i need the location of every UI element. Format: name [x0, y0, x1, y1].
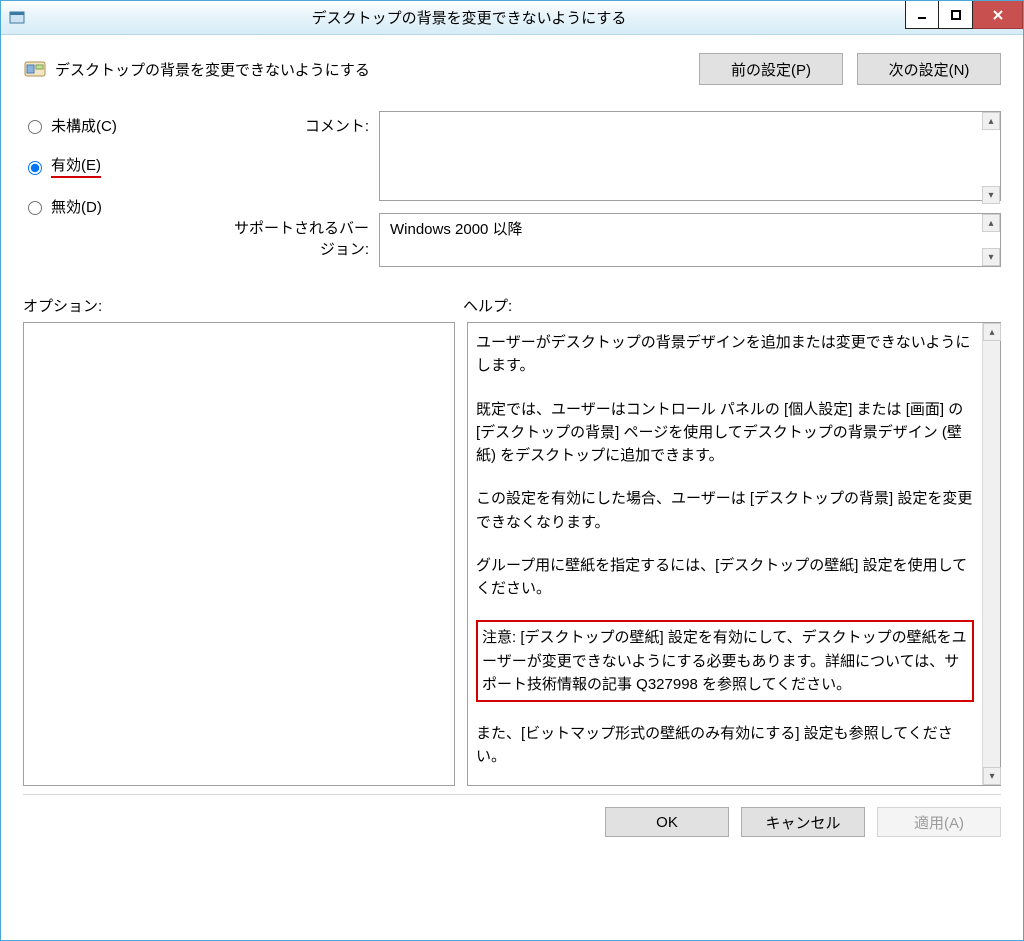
scroll-up-icon[interactable]: ▴ [982, 112, 1000, 130]
titlebar: デスクトップの背景を変更できないようにする [1, 1, 1023, 35]
window-controls [905, 1, 1023, 34]
options-panel [23, 322, 455, 786]
section-labels: オプション: ヘルプ: [23, 295, 1001, 316]
radio-disabled[interactable]: 無効(D) [23, 196, 223, 217]
previous-setting-button[interactable]: 前の設定(P) [699, 53, 843, 85]
radio-not-configured[interactable]: 未構成(C) [23, 115, 223, 136]
apply-button[interactable]: 適用(A) [877, 807, 1001, 837]
scroll-down-icon[interactable]: ▾ [983, 767, 1001, 785]
minimize-button[interactable] [905, 1, 939, 29]
dialog-footer: OK キャンセル 適用(A) [23, 794, 1001, 837]
ok-button[interactable]: OK [605, 807, 729, 837]
supported-box: Windows 2000 以降 ▴ ▾ [379, 213, 1001, 267]
next-setting-button[interactable]: 次の設定(N) [857, 53, 1001, 85]
help-paragraph: 既定では、ユーザーはコントロール パネルの [個人設定] または [画面] の … [476, 398, 974, 468]
maximize-button[interactable] [939, 1, 973, 29]
scroll-up-icon[interactable]: ▴ [983, 323, 1001, 341]
help-text: ユーザーがデスクトップの背景デザインを追加または変更できないようにします。 既定… [468, 323, 982, 785]
scroll-up-icon[interactable]: ▴ [982, 214, 1000, 232]
config-grid: 未構成(C) 有効(E) 無効(D) コメント: ▴ ▾ サポ [23, 111, 1001, 267]
comment-scroll: ▴ ▾ [982, 112, 1000, 204]
help-paragraph: グループ用に壁紙を指定するには、[デスクトップの壁紙] 設定を使用してください。 [476, 554, 974, 601]
help-scrollbar[interactable]: ▴ ▾ [982, 323, 1000, 785]
comment-textarea[interactable] [379, 111, 1001, 201]
policy-title: デスクトップの背景を変更できないようにする [55, 59, 699, 80]
options-label: オプション: [23, 295, 463, 316]
comment-box: ▴ ▾ [379, 111, 1001, 205]
comment-label: コメント: [231, 111, 371, 136]
policy-header: デスクトップの背景を変更できないようにする 前の設定(P) 次の設定(N) [23, 53, 1001, 85]
cancel-button[interactable]: キャンセル [741, 807, 865, 837]
help-label: ヘルプ: [463, 295, 512, 316]
supported-label: サポートされるバージョン: [231, 213, 371, 259]
radio-enabled[interactable]: 有効(E) [23, 154, 223, 178]
state-radio-group: 未構成(C) 有効(E) 無効(D) [23, 111, 223, 217]
close-button[interactable] [973, 1, 1023, 29]
help-paragraph: また、[ビットマップ形式の壁紙のみ有効にする] 設定も参照してください。 [476, 722, 974, 769]
group-policy-editor-window: デスクトップの背景を変更できないようにする デスクトップの背景を変更 [0, 0, 1024, 941]
help-paragraph: ユーザーがデスクトップの背景デザインを追加または変更できないようにします。 [476, 331, 974, 378]
window-icon [9, 10, 25, 26]
policy-icon [23, 57, 47, 81]
window-title: デスクトップの背景を変更できないようにする [33, 7, 905, 28]
help-paragraph-highlighted: 注意: [デスクトップの壁紙] 設定を有効にして、デスクトップの壁紙をユーザーが… [476, 620, 974, 702]
supported-text: Windows 2000 以降 [379, 213, 1001, 267]
radio-enabled-input[interactable] [28, 161, 42, 175]
supported-scroll: ▴ ▾ [982, 214, 1000, 266]
help-paragraph: この設定を有効にした場合、ユーザーは [デスクトップの背景] 設定を変更できなく… [476, 487, 974, 534]
radio-not-configured-input[interactable] [28, 120, 42, 134]
scroll-down-icon[interactable]: ▾ [982, 248, 1000, 266]
panels: ユーザーがデスクトップの背景デザインを追加または変更できないようにします。 既定… [23, 322, 1001, 786]
scroll-down-icon[interactable]: ▾ [982, 186, 1000, 204]
help-panel: ユーザーがデスクトップの背景デザインを追加または変更できないようにします。 既定… [467, 322, 1001, 786]
radio-disabled-input[interactable] [28, 201, 42, 215]
content-area: デスクトップの背景を変更できないようにする 前の設定(P) 次の設定(N) 未構… [1, 35, 1023, 940]
